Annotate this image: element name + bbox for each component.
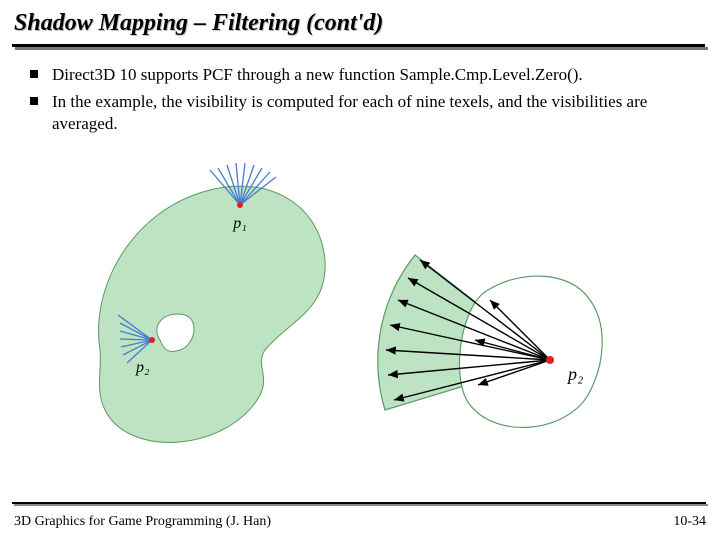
title-divider — [12, 44, 708, 50]
bullet-item: Direct3D 10 supports PCF through a new f… — [28, 64, 692, 85]
p2-right-point — [546, 356, 554, 364]
p2-right-label: p₂ — [566, 364, 583, 384]
slide: Shadow Mapping – Filtering (cont'd) Dire… — [0, 0, 720, 540]
page-title: Shadow Mapping – Filtering (cont'd) — [14, 10, 383, 37]
left-blob — [98, 186, 325, 442]
body-text: Direct3D 10 supports PCF through a new f… — [28, 64, 692, 140]
figure-diagram: p₁ p₂ — [90, 150, 630, 470]
bullet-item: In the example, the visibility is comput… — [28, 91, 692, 134]
footer-left: 3D Graphics for Game Programming (J. Han… — [14, 514, 271, 530]
footer-right: 10-34 — [673, 514, 706, 530]
footer-divider — [12, 502, 708, 506]
p1-label: p₁ — [232, 215, 247, 232]
p2-left-point — [149, 337, 155, 343]
p2-left-label: p₂ — [135, 359, 150, 376]
p1-point — [237, 202, 243, 208]
